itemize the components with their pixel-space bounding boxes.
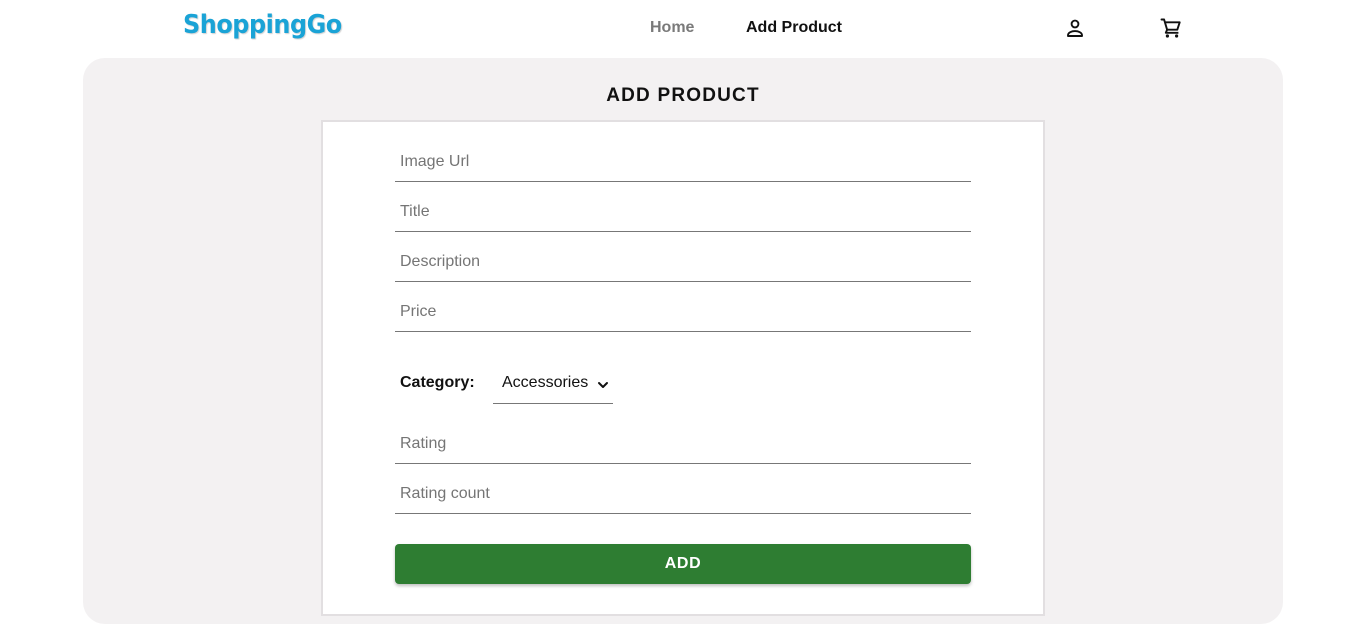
- chevron-down-icon: [597, 378, 609, 390]
- add-product-form: Category: Accessories ADD: [321, 120, 1045, 616]
- add-product-panel: ADD PRODUCT Category: Accessories: [83, 58, 1283, 624]
- category-label: Category:: [400, 374, 475, 391]
- category-select[interactable]: Accessories: [493, 362, 613, 404]
- shopping-cart-icon[interactable]: [1159, 16, 1183, 40]
- rating-field-wrapper: [395, 424, 971, 464]
- add-button[interactable]: ADD: [395, 544, 971, 584]
- navbar: ShoppingGo Home Add Product: [0, 0, 1366, 58]
- nav-home-link[interactable]: Home: [650, 19, 694, 37]
- rating-input[interactable]: [395, 424, 971, 463]
- image-url-field-wrapper: [395, 142, 971, 182]
- price-input[interactable]: [395, 292, 971, 331]
- user-icon[interactable]: [1063, 16, 1087, 40]
- description-input[interactable]: [395, 242, 971, 281]
- nav-add-product-link[interactable]: Add Product: [746, 19, 842, 37]
- page-title: ADD PRODUCT: [606, 85, 760, 106]
- rating-count-input[interactable]: [395, 474, 971, 513]
- image-url-input[interactable]: [395, 142, 971, 181]
- title-field-wrapper: [395, 192, 971, 232]
- category-row: Category: Accessories: [400, 362, 700, 406]
- description-field-wrapper: [395, 242, 971, 282]
- brand-logo[interactable]: ShoppingGo: [183, 10, 342, 40]
- category-selected-value: Accessories: [502, 374, 589, 391]
- price-field-wrapper: [395, 292, 971, 332]
- title-input[interactable]: [395, 192, 971, 231]
- rating-count-field-wrapper: [395, 474, 971, 514]
